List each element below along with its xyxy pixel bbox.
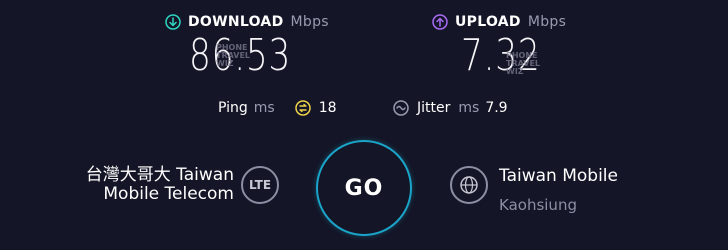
upload-arrow-icon xyxy=(432,14,448,30)
download-arrow-icon xyxy=(165,14,181,30)
server-location: Kaohsiung xyxy=(499,196,577,214)
globe-icon xyxy=(459,175,479,195)
lte-label: LTE xyxy=(248,178,272,192)
upload-unit: Mbps xyxy=(527,14,567,30)
go-button[interactable]: GO xyxy=(316,140,412,236)
jitter-label: Jitter xyxy=(417,100,451,116)
download-unit: Mbps xyxy=(290,14,329,30)
ping-readout: Ping ms 18 xyxy=(218,100,337,116)
ping-value: 18 xyxy=(318,100,337,116)
go-label: GO xyxy=(344,175,384,201)
download-header: DOWNLOAD Mbps xyxy=(165,14,329,30)
provider-name-line1: 台灣大哥大 Taiwan xyxy=(85,165,234,185)
server-globe-button[interactable] xyxy=(450,166,488,204)
provider-name: 台灣大哥大 Taiwan Mobile Telecom xyxy=(86,166,234,204)
download-label: DOWNLOAD xyxy=(188,14,284,30)
download-watermark: PHONE TRAVEL WIZ xyxy=(216,43,251,68)
upload-header: UPLOAD Mbps xyxy=(432,14,566,30)
ping-unit: ms xyxy=(253,100,275,116)
jitter-readout: Jitter ms 7.9 xyxy=(393,100,508,116)
jitter-unit: ms xyxy=(458,100,480,116)
upload-watermark: PHONE TRAVEL WIZ xyxy=(506,51,541,76)
jitter-icon xyxy=(393,100,409,116)
connection-type-badge[interactable]: LTE xyxy=(241,166,279,204)
server-name[interactable]: Taiwan Mobile xyxy=(499,166,618,186)
upload-label: UPLOAD xyxy=(455,14,521,30)
ping-label: Ping xyxy=(218,100,248,116)
provider-name-line2: Mobile Telecom xyxy=(103,184,234,204)
jitter-value: 7.9 xyxy=(485,100,508,116)
ping-icon xyxy=(294,100,311,116)
